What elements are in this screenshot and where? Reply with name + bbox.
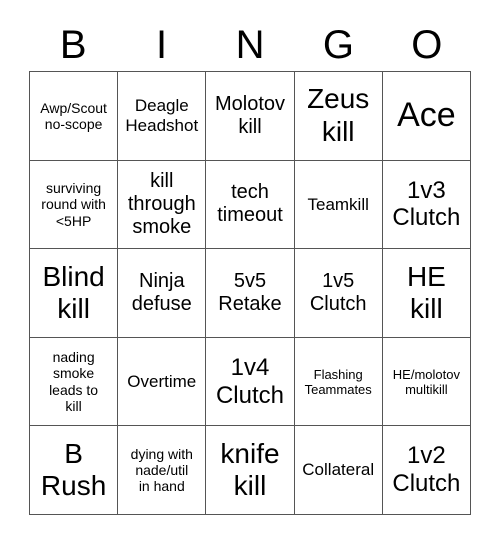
bingo-cell[interactable]: dying with nade/util in hand bbox=[118, 426, 207, 515]
bingo-header-letter-o: O bbox=[411, 22, 443, 67]
bingo-cell[interactable]: Flashing Teammates bbox=[294, 337, 383, 427]
bingo-cell-label: Teamkill bbox=[307, 194, 369, 214]
bingo-cell-label: HE kill bbox=[406, 260, 446, 324]
bingo-cell-label: surviving round with <5HP bbox=[41, 180, 106, 229]
bingo-header-letter-n: N bbox=[235, 22, 265, 67]
bingo-cell[interactable]: nading smoke leads to kill bbox=[30, 337, 119, 427]
bingo-cell-label: B Rush bbox=[40, 437, 107, 502]
bingo-cell-label: 1v3 Clutch bbox=[392, 176, 461, 232]
bingo-header-letter-g: G bbox=[322, 22, 354, 67]
bingo-cell[interactable]: knife kill bbox=[206, 426, 295, 515]
bingo-cell[interactable]: Ninja defuse bbox=[118, 249, 207, 338]
bingo-cell[interactable]: 1v3 Clutch bbox=[382, 160, 471, 250]
bingo-cell[interactable]: 1v5 Clutch bbox=[294, 249, 383, 338]
bingo-cell[interactable]: Collateral bbox=[294, 426, 383, 515]
bingo-cell[interactable]: surviving round with <5HP bbox=[30, 160, 119, 250]
bingo-cell-label: dying with nade/util in hand bbox=[130, 445, 193, 495]
bingo-cell-label: kill through smoke bbox=[127, 169, 196, 238]
bingo-cell[interactable]: Blind kill bbox=[30, 249, 119, 338]
bingo-header-letter-b: B bbox=[59, 22, 87, 67]
bingo-cell-label: 1v5 Clutch bbox=[309, 269, 367, 315]
bingo-cell-label: Molotov kill bbox=[214, 92, 285, 138]
bingo-cell[interactable]: HE/molotov multikill bbox=[382, 337, 471, 427]
bingo-cell-label: 1v2 Clutch bbox=[392, 442, 461, 498]
bingo-cell-label: Blind kill bbox=[42, 260, 105, 324]
bingo-cell-label: Collateral bbox=[302, 460, 375, 480]
bingo-cell-label: Flashing Teammates bbox=[304, 366, 372, 397]
bingo-cell-label: nading smoke leads to kill bbox=[49, 349, 99, 414]
bingo-cell[interactable]: Ace bbox=[382, 72, 471, 161]
bingo-cell[interactable]: kill through smoke bbox=[118, 160, 207, 250]
bingo-cell[interactable]: Molotov kill bbox=[206, 72, 295, 161]
bingo-grid: Awp/Scout no-scope Deagle Headshot Molot… bbox=[29, 71, 471, 515]
bingo-cell-label: Ace bbox=[397, 96, 456, 135]
bingo-header-row: B I N G O bbox=[29, 18, 471, 71]
bingo-cell-label: 1v4 Clutch bbox=[215, 353, 284, 409]
bingo-cell[interactable]: Deagle Headshot bbox=[118, 72, 207, 161]
bingo-cell-label: Deagle Headshot bbox=[125, 96, 199, 135]
bingo-cell[interactable]: 5v5 Retake bbox=[206, 249, 295, 338]
bingo-cell[interactable]: Zeus kill bbox=[294, 72, 383, 161]
bingo-cell[interactable]: HE kill bbox=[382, 249, 471, 338]
bingo-cell[interactable]: B Rush bbox=[30, 426, 119, 515]
bingo-cell[interactable]: Overtime bbox=[118, 337, 207, 427]
bingo-cell[interactable]: 1v2 Clutch bbox=[382, 426, 471, 515]
bingo-cell[interactable]: tech timeout bbox=[206, 160, 295, 250]
bingo-card: B I N G O Awp/Scout no-scope Deagle Head… bbox=[0, 0, 500, 544]
bingo-cell-label: tech timeout bbox=[217, 181, 283, 227]
bingo-cell-label: Zeus kill bbox=[307, 83, 370, 147]
bingo-cell-label: 5v5 Retake bbox=[218, 269, 282, 315]
bingo-header-letter-i: I bbox=[156, 22, 168, 67]
bingo-cell-label: knife kill bbox=[220, 437, 280, 502]
bingo-cell[interactable]: 1v4 Clutch bbox=[206, 337, 295, 427]
bingo-cell-label: HE/molotov multikill bbox=[392, 366, 460, 397]
bingo-cell[interactable]: Awp/Scout no-scope bbox=[30, 72, 119, 161]
bingo-cell-label: Ninja defuse bbox=[131, 269, 192, 315]
bingo-cell-label: Overtime bbox=[127, 371, 197, 391]
bingo-cell-label: Awp/Scout no-scope bbox=[40, 99, 107, 132]
bingo-cell[interactable]: Teamkill bbox=[294, 160, 383, 250]
